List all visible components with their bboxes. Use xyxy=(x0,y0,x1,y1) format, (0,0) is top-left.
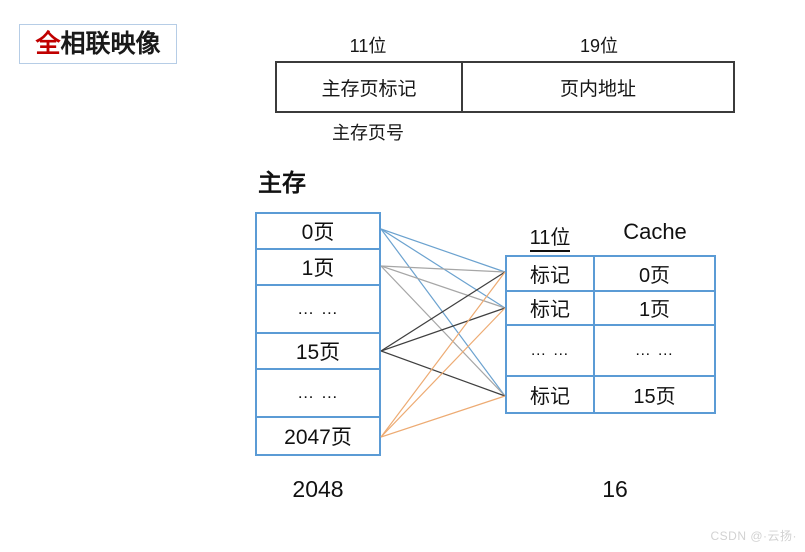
mapping-line xyxy=(380,271,506,352)
main-memory-row: 2047页 xyxy=(284,426,352,449)
main-memory-row: … … xyxy=(257,286,379,334)
mapping-line xyxy=(380,265,506,397)
main-memory-row: … … xyxy=(257,370,379,418)
cache-row: … … … … xyxy=(507,326,714,378)
cache-cell-tag: 标记 xyxy=(507,257,595,290)
main-memory-row: 15页 xyxy=(257,334,379,370)
address-bits-right-label: 19位 xyxy=(579,36,619,56)
slide-canvas: 全相联映像 11位 19位 主存页标记 页内地址 主存页号 主存 0页 1页 …… xyxy=(0,0,805,552)
cache-title: Cache xyxy=(623,219,687,244)
cache-row: 标记 0页 xyxy=(507,257,714,292)
slide-title-rest: 相联映像 xyxy=(60,29,161,58)
cache-cell-tag: … … xyxy=(507,326,595,376)
cache-tag-bits-text: 11位 xyxy=(529,227,571,252)
main-memory-table: 0页 1页 … … 15页 … … 2047页 xyxy=(255,212,381,456)
address-bits-left-label: 11位 xyxy=(349,36,387,56)
main-memory-row: 1页 xyxy=(257,250,379,286)
mapping-line xyxy=(380,271,506,438)
cache-cell-page: 15页 xyxy=(633,386,676,409)
cache-cell-page: … … xyxy=(634,341,675,359)
address-field-tag: 主存页标记 xyxy=(277,63,463,111)
mapping-line xyxy=(380,228,506,397)
cache-cell-page: 0页 xyxy=(638,264,671,287)
mapping-line xyxy=(380,228,506,309)
cache-row: 标记 1页 xyxy=(507,291,714,327)
cache-cell-tag: 标记 xyxy=(507,291,595,325)
address-field-offset: 页内地址 xyxy=(559,78,636,100)
slide-title-highlight: 全 xyxy=(35,29,61,58)
main-memory-row: 0页 xyxy=(257,214,379,250)
mapping-line xyxy=(380,350,506,397)
mapping-line xyxy=(380,395,506,438)
mapping-line xyxy=(380,307,506,438)
csdn-watermark: CSDN @·云扬· xyxy=(710,529,797,543)
cache-table: 标记 0页 标记 1页 … … … … 标记 15页 xyxy=(505,255,716,414)
slide-title-text: 全相联映像 xyxy=(35,29,161,58)
mapping-line xyxy=(380,307,506,352)
slide-title-box: 全相联映像 xyxy=(19,24,177,64)
cache-cell-tag: 标记 xyxy=(507,377,595,412)
mapping-line xyxy=(380,265,506,309)
main-memory-count-label: 2048 xyxy=(292,476,344,502)
cache-row: 标记 15页 xyxy=(507,377,714,412)
cache-tag-bits-label: 11位 xyxy=(506,221,594,252)
address-caption-page-number: 主存页号 xyxy=(332,123,404,143)
mapping-line xyxy=(380,228,506,273)
mapping-line xyxy=(380,265,506,273)
cache-count-label: 16 xyxy=(602,476,628,502)
cache-cell-page: 1页 xyxy=(638,299,671,322)
address-format-box: 主存页标记 页内地址 xyxy=(275,61,735,113)
main-memory-title: 主存 xyxy=(258,170,306,197)
